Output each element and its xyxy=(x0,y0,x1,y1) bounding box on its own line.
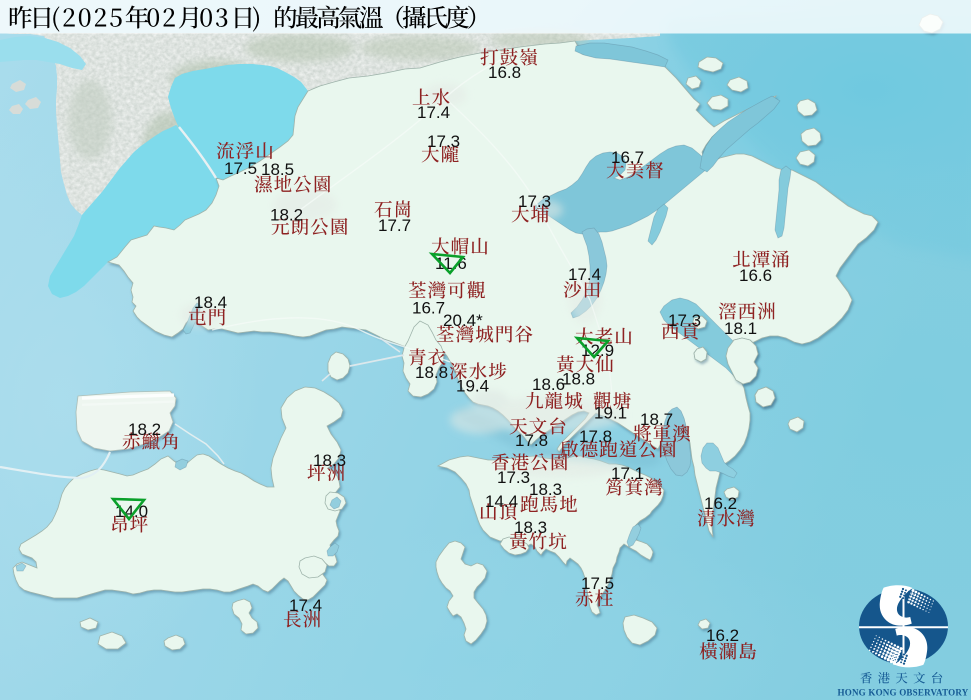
svg-text:18.5: 18.5 xyxy=(261,160,294,179)
svg-text:16.2: 16.2 xyxy=(704,494,737,513)
svg-text:17.3: 17.3 xyxy=(497,468,530,487)
svg-text:18.3: 18.3 xyxy=(529,480,562,499)
svg-text:17.8: 17.8 xyxy=(579,427,612,446)
svg-text:18.2: 18.2 xyxy=(128,420,161,439)
svg-text:17.3: 17.3 xyxy=(518,192,551,211)
svg-text:17.7: 17.7 xyxy=(378,216,411,235)
svg-text:17.8: 17.8 xyxy=(515,431,548,450)
svg-text:18.8: 18.8 xyxy=(562,370,595,389)
svg-text:14.4: 14.4 xyxy=(485,492,518,511)
svg-text:16.6: 16.6 xyxy=(739,266,772,285)
svg-text:14.0: 14.0 xyxy=(115,502,148,521)
svg-text:16.2: 16.2 xyxy=(706,626,739,645)
svg-text:HONG KONG OBSERVATORY: HONG KONG OBSERVATORY xyxy=(838,688,969,699)
svg-text:19.1: 19.1 xyxy=(594,404,627,423)
svg-text:20.4*: 20.4* xyxy=(443,311,483,330)
svg-text:18.2: 18.2 xyxy=(270,206,303,225)
svg-text:16.7: 16.7 xyxy=(412,299,445,318)
svg-text:18.1: 18.1 xyxy=(724,319,757,338)
svg-text:18.6: 18.6 xyxy=(532,375,565,394)
svg-text:18.7: 18.7 xyxy=(640,410,673,429)
svg-text:19.4: 19.4 xyxy=(456,377,489,396)
svg-text:18.8: 18.8 xyxy=(415,363,448,382)
svg-text:18.4: 18.4 xyxy=(194,293,227,312)
svg-text:16.8: 16.8 xyxy=(488,63,521,82)
svg-text:17.3: 17.3 xyxy=(668,311,701,330)
svg-text:16.7: 16.7 xyxy=(611,148,644,167)
svg-text:18.3: 18.3 xyxy=(514,518,547,537)
svg-text:17.4: 17.4 xyxy=(568,265,601,284)
svg-text:18.3: 18.3 xyxy=(313,451,346,470)
svg-text:17.3: 17.3 xyxy=(427,132,460,151)
svg-text:17.4: 17.4 xyxy=(417,103,450,122)
svg-text:12.9: 12.9 xyxy=(581,341,614,360)
svg-text:17.4: 17.4 xyxy=(289,596,322,615)
svg-text:17.5: 17.5 xyxy=(581,574,614,593)
svg-text:17.1: 17.1 xyxy=(611,464,644,483)
svg-text:17.5: 17.5 xyxy=(224,159,257,178)
